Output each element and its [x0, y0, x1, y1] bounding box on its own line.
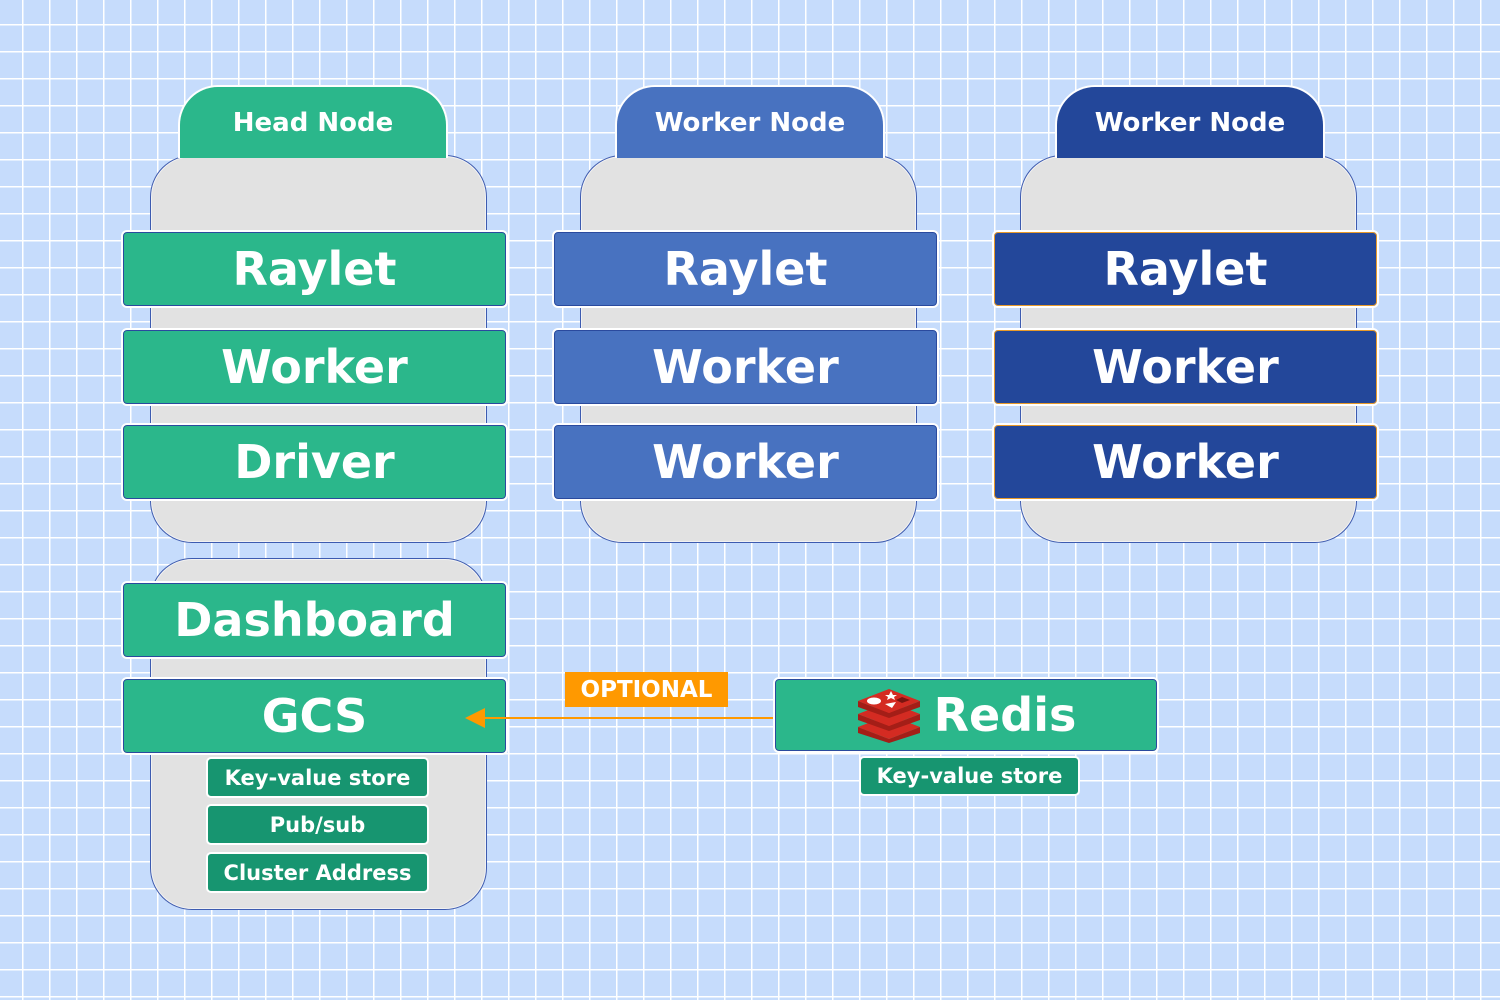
redis-key-value-store: Key-value store	[859, 756, 1080, 796]
gcs-bar: GCS	[121, 677, 508, 755]
redis-logo-icon	[857, 689, 920, 743]
redis-bar: Redis	[773, 677, 1159, 753]
worker1-worker-a: Worker	[552, 328, 939, 406]
head-node-title: Head Node	[178, 85, 448, 158]
gcs-pub-sub: Pub/sub	[206, 804, 429, 845]
gcs-cluster-address: Cluster Address	[206, 852, 429, 893]
gcs-key-value-store: Key-value store	[206, 757, 429, 798]
optional-badge: OPTIONAL	[565, 672, 728, 707]
bidirectional-arrow-icon	[465, 708, 820, 728]
head-raylet: Raylet	[121, 230, 508, 308]
worker2-worker-b: Worker	[992, 423, 1379, 501]
worker1-worker-b: Worker	[552, 423, 939, 501]
head-worker: Worker	[121, 328, 508, 406]
worker2-raylet: Raylet	[992, 230, 1379, 308]
worker-node-1-title: Worker Node	[615, 85, 885, 158]
dashboard-bar: Dashboard	[121, 581, 508, 659]
redis-label: Redis	[933, 688, 1077, 742]
worker2-worker-a: Worker	[992, 328, 1379, 406]
head-driver: Driver	[121, 423, 508, 501]
worker-node-2-title: Worker Node	[1055, 85, 1325, 158]
worker1-raylet: Raylet	[552, 230, 939, 308]
